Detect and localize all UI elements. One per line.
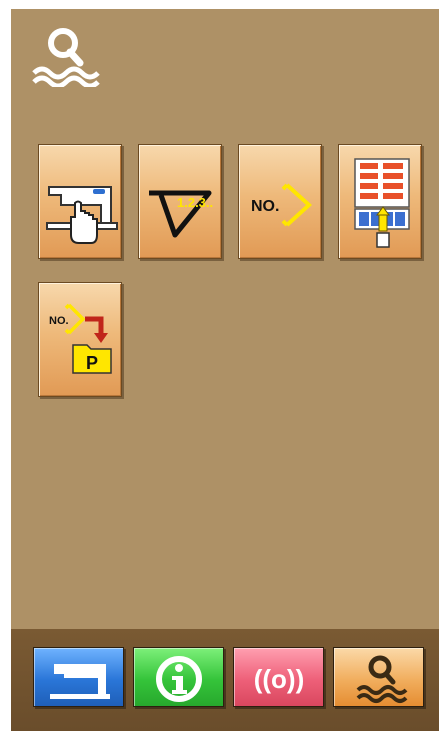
- info-icon: [156, 656, 202, 702]
- pattern-layout-button[interactable]: [338, 144, 422, 259]
- svg-text:NO.: NO.: [251, 198, 279, 215]
- sewing-machine-button[interactable]: [33, 647, 124, 707]
- communication-icon: ((o)): [254, 664, 305, 694]
- number-to-program-button[interactable]: NO. P: [38, 282, 122, 397]
- svg-text:1.2.3..: 1.2.3..: [177, 195, 213, 210]
- screen: 1.2.3.. NO. NO. P ((o)): [11, 9, 439, 731]
- svg-text:((o)): ((o)): [254, 664, 305, 694]
- svg-text:NO.: NO.: [49, 315, 69, 327]
- search-icon: [356, 655, 408, 703]
- sequence-triangle-icon: 1.2.3..: [149, 190, 213, 238]
- info-button[interactable]: [133, 647, 224, 707]
- number-select-button[interactable]: NO.: [238, 144, 322, 259]
- svg-text:P: P: [86, 353, 98, 373]
- bottom-toolbar: ((o)): [11, 629, 439, 731]
- sewing-machine-touch-button[interactable]: [38, 144, 122, 259]
- sewing-machine-touch-icon: [46, 186, 118, 244]
- search-icon[interactable]: [30, 25, 106, 89]
- number-to-p-folder-icon: NO. P: [49, 303, 112, 374]
- communication-button[interactable]: ((o)): [233, 647, 324, 707]
- search-button[interactable]: [333, 647, 424, 707]
- number-select-icon: NO.: [251, 183, 312, 227]
- pattern-layout-icon: [354, 158, 410, 248]
- sewing-machine-icon: [50, 664, 110, 699]
- sequence-button[interactable]: 1.2.3..: [138, 144, 222, 259]
